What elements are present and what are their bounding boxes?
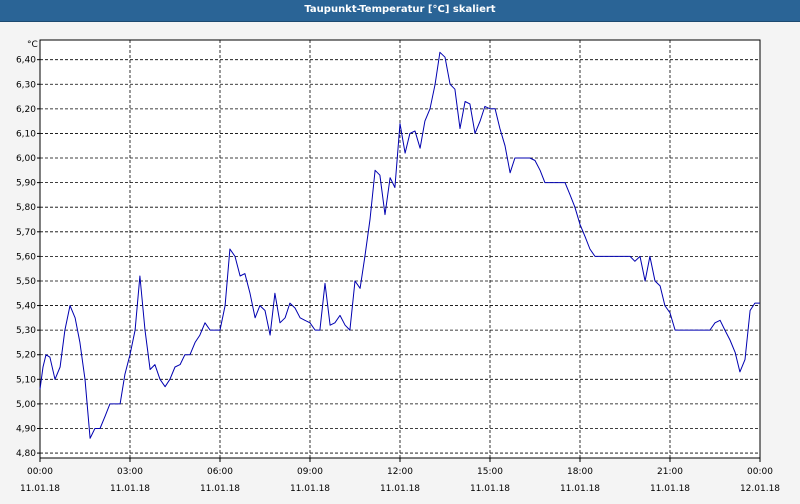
y-tick-label: 5,00 — [16, 400, 36, 410]
x-tick-time-label: 15:00 — [477, 467, 503, 477]
y-tick-label: 5,40 — [16, 302, 36, 312]
y-tick-label: 4,90 — [16, 424, 36, 434]
y-tick-label: 5,50 — [16, 277, 36, 287]
x-tick-date-label: 11.01.18 — [650, 484, 690, 494]
y-tick-label: 6,40 — [16, 56, 36, 66]
y-tick-label: 5,90 — [16, 179, 36, 189]
x-tick-time-label: 12:00 — [387, 467, 413, 477]
y-tick-label: 5,80 — [16, 203, 36, 213]
x-tick-time-label: 00:00 — [747, 467, 773, 477]
x-tick-time-label: 03:00 — [117, 467, 143, 477]
chart-panel: 4,80 4,90 5,00 5,10 5,20 5,30 5,40 5,50 5,60 5,70… — [0, 22, 800, 500]
x-tick-date-label: 11.01.18 — [470, 484, 510, 494]
y-tick-label: 5,20 — [16, 351, 36, 361]
y-tick-label: 4,80 — [16, 449, 36, 459]
line-chart: 4,80 4,90 5,00 5,10 5,20 5,30 5,40 5,50 5,60 5,70… — [16, 39, 780, 494]
x-tick-date-label: 11.01.18 — [200, 484, 240, 494]
y-tick-label: 6,30 — [16, 80, 36, 90]
y-tick-label: 5,70 — [16, 228, 36, 238]
y-tick-label: 5,60 — [16, 252, 36, 262]
x-tick-date-label: 11.01.18 — [290, 484, 330, 494]
x-tick-time-label: 21:00 — [657, 467, 683, 477]
chart-title: Taupunkt-Temperatur [°C] skaliert — [0, 0, 800, 22]
x-tick-date-label: 12.01.18 — [740, 484, 780, 494]
y-tick-label: 5,30 — [16, 326, 36, 336]
x-tick-date-label: 11.01.18 — [110, 484, 150, 494]
y-tick-label: 6,20 — [16, 105, 36, 115]
y-tick-label: 5,10 — [16, 375, 36, 385]
x-tick-date-label: 11.01.18 — [380, 484, 420, 494]
x-tick-time-label: 09:00 — [297, 467, 323, 477]
x-tick-date-label: 11.01.18 — [20, 484, 60, 494]
y-tick-label: 6,10 — [16, 129, 36, 139]
x-tick-time-label: 00:00 — [27, 467, 53, 477]
x-tick-date-label: 11.01.18 — [560, 484, 600, 494]
x-tick-time-label: 06:00 — [207, 467, 233, 477]
y-axis-unit-label: °C — [27, 40, 38, 50]
x-tick-time-label: 18:00 — [567, 467, 593, 477]
y-tick-label: 6,00 — [16, 154, 36, 164]
